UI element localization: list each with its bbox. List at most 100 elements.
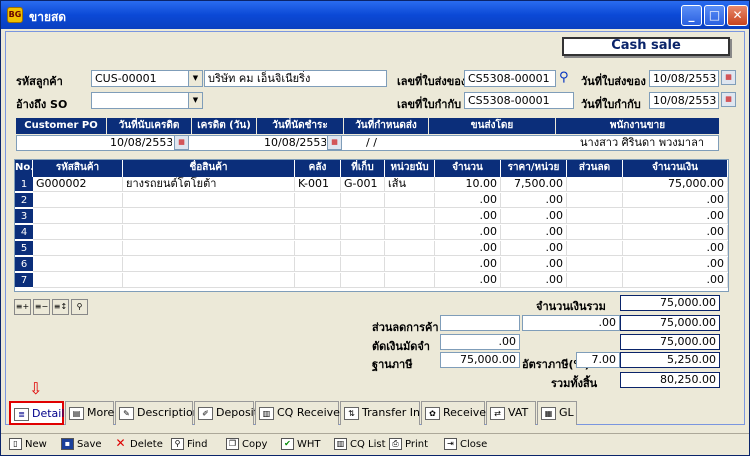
tab-transfer-in[interactable]: ⇅ Transfer In	[340, 401, 420, 425]
tab-gl[interactable]: ▦ GL	[537, 401, 577, 425]
tab-more[interactable]: ▤ More	[65, 401, 114, 425]
copy-button[interactable]: ❐ Copy	[226, 437, 267, 453]
row-number[interactable]: 6	[15, 257, 33, 272]
grid-cell-wh[interactable]	[295, 193, 341, 208]
ship-date-value[interactable]: / /	[366, 135, 416, 151]
grid-cell-disc[interactable]	[567, 193, 623, 208]
due-date-value[interactable]: 10/08/2553	[264, 135, 326, 151]
grid-cell-name[interactable]	[123, 193, 295, 208]
delivery-date-field[interactable]: 10/08/2553	[649, 70, 719, 87]
grid-cell-price[interactable]: .00	[501, 273, 567, 288]
tax-date-field[interactable]: 10/08/2553	[649, 92, 719, 109]
grid-cell-name[interactable]: ยางรถยนต์โตโยต้า	[123, 177, 295, 192]
close-button[interactable]: ⇥ Close	[444, 437, 487, 453]
calendar-icon[interactable]: ▦	[721, 92, 736, 107]
tab-receive[interactable]: ✿ Receive	[421, 401, 486, 425]
tax-no-field[interactable]: CS5308-00001	[464, 92, 574, 109]
grid-cell-loc[interactable]	[341, 193, 385, 208]
grid-cell-disc[interactable]	[567, 209, 623, 224]
grid-cell-price[interactable]: .00	[501, 241, 567, 256]
zoom-icon[interactable]: ⚲	[71, 299, 88, 315]
save-button[interactable]: ▪ Save	[61, 437, 102, 453]
grid-cell-amount[interactable]: .00	[623, 193, 728, 208]
grid-cell-wh[interactable]	[295, 257, 341, 272]
grid-cell-qty[interactable]: .00	[435, 193, 501, 208]
tab-detail[interactable]: ≣ Detail	[9, 401, 64, 425]
grid-cell-wh[interactable]	[295, 273, 341, 288]
row-number[interactable]: 5	[15, 241, 33, 256]
insert-row-icon[interactable]: ≡+	[14, 299, 31, 315]
grid-cell-wh[interactable]: K-001	[295, 177, 341, 192]
maximize-button[interactable]: □	[704, 5, 725, 26]
grid-cell-unit[interactable]	[385, 209, 435, 224]
trade-discount-input[interactable]	[440, 315, 520, 331]
grid-cell-loc[interactable]	[341, 257, 385, 272]
grid-cell-unit[interactable]	[385, 257, 435, 272]
row-number[interactable]: 4	[15, 225, 33, 240]
grid-cell-unit[interactable]: เส้น	[385, 177, 435, 192]
grid-cell-wh[interactable]	[295, 241, 341, 256]
delete-button[interactable]: ✕ Delete	[114, 437, 162, 453]
grid-cell-price[interactable]: 7,500.00	[501, 177, 567, 192]
grid-cell-wh[interactable]	[295, 209, 341, 224]
delivery-no-field[interactable]: CS5308-00001	[464, 70, 556, 87]
salesperson-value[interactable]: นางสาว ศิรินดา พวงมาลา	[580, 135, 718, 151]
grid-cell-qty[interactable]: .00	[435, 273, 501, 288]
wht-button[interactable]: ✔ WHT	[281, 437, 321, 453]
tab-description[interactable]: ✎ Description	[115, 401, 200, 425]
grid-cell-code[interactable]	[33, 273, 123, 288]
grid-cell-disc[interactable]	[567, 273, 623, 288]
cq-list-button[interactable]: ▥ CQ List	[334, 437, 386, 453]
calendar-icon[interactable]: ▦	[721, 70, 736, 85]
tab-vat[interactable]: ⇄ VAT	[486, 401, 536, 425]
delete-row-icon[interactable]: ≡−	[33, 299, 50, 315]
grid-cell-qty[interactable]: .00	[435, 225, 501, 240]
grid-cell-name[interactable]	[123, 209, 295, 224]
grid-cell-wh[interactable]	[295, 225, 341, 240]
row-number[interactable]: 1	[15, 177, 33, 192]
move-row-icon[interactable]: ≡↕	[52, 299, 69, 315]
grid-cell-unit[interactable]	[385, 193, 435, 208]
minimize-button[interactable]: _	[681, 5, 702, 26]
grid-cell-disc[interactable]	[567, 257, 623, 272]
calendar-icon[interactable]: ▦	[327, 135, 342, 150]
grid-cell-loc[interactable]	[341, 241, 385, 256]
grid-cell-name[interactable]	[123, 241, 295, 256]
row-number[interactable]: 3	[15, 209, 33, 224]
tab-cq-receive[interactable]: ▥ CQ Receive	[255, 401, 340, 425]
grid-cell-amount[interactable]: .00	[623, 209, 728, 224]
grid-cell-loc[interactable]	[341, 273, 385, 288]
chevron-down-icon[interactable]: ▼	[188, 71, 202, 86]
grid-cell-code[interactable]: G000002	[33, 177, 123, 192]
deposit-value[interactable]: .00	[440, 334, 520, 350]
grid-cell-price[interactable]: .00	[501, 225, 567, 240]
tab-deposit[interactable]: ✐ Deposit	[194, 401, 258, 425]
grid-cell-qty[interactable]: .00	[435, 257, 501, 272]
ref-so-select[interactable]: ▼	[91, 92, 203, 109]
grid-cell-price[interactable]: .00	[501, 193, 567, 208]
vat-rate-value[interactable]: 7.00	[576, 352, 620, 368]
grid-cell-name[interactable]	[123, 225, 295, 240]
grid-cell-disc[interactable]	[567, 177, 623, 192]
grid-cell-disc[interactable]	[567, 225, 623, 240]
grid-cell-qty[interactable]: .00	[435, 241, 501, 256]
grid-cell-loc[interactable]	[341, 225, 385, 240]
grid-cell-code[interactable]	[33, 257, 123, 272]
customer-code-input[interactable]: CUS-00001 ▼	[91, 70, 203, 87]
grid-cell-disc[interactable]	[567, 241, 623, 256]
search-person-icon[interactable]: ⚲	[559, 70, 569, 85]
grid-cell-loc[interactable]: G-001	[341, 177, 385, 192]
grid-cell-qty[interactable]: .00	[435, 209, 501, 224]
grid-cell-name[interactable]	[123, 273, 295, 288]
chevron-down-icon[interactable]: ▼	[188, 93, 202, 108]
grid-cell-price[interactable]: .00	[501, 257, 567, 272]
grid-cell-code[interactable]	[33, 241, 123, 256]
credit-start-value[interactable]: 10/08/2553	[110, 135, 172, 151]
grid-cell-code[interactable]	[33, 225, 123, 240]
grid-cell-unit[interactable]	[385, 273, 435, 288]
grid-cell-amount[interactable]: .00	[623, 273, 728, 288]
print-button[interactable]: ⎙ Print	[389, 437, 428, 453]
calendar-icon[interactable]: ▦	[174, 135, 189, 150]
items-grid[interactable]: No. รหัสสินค้า ชื่อสินค้า คลัง ที่เก็บ ห…	[14, 159, 729, 292]
grid-cell-unit[interactable]	[385, 241, 435, 256]
